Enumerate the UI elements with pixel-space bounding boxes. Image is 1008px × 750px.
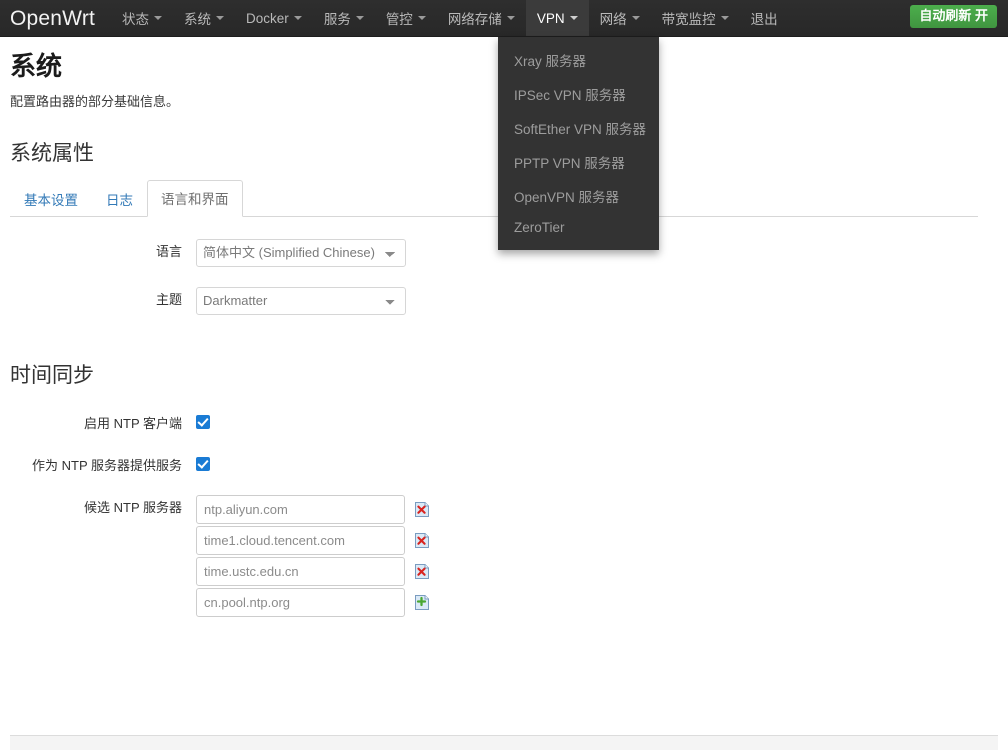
tab-bar: 基本设置 日志 语言和界面 [10, 179, 978, 217]
tab-logs[interactable]: 日志 [92, 181, 147, 217]
chevron-down-icon [216, 16, 225, 20]
dropdown-item-softether-vpn-server[interactable]: SoftEther VPN 服务器 [498, 111, 659, 145]
form-row-provide-ntp-server: 作为 NTP 服务器提供服务 [10, 453, 998, 475]
language-label: 语言 [155, 243, 182, 259]
openwrt-logo: OpenWrt [10, 6, 96, 30]
top-navbar: OpenWrt 状态 系统 Docker 服务 管控 网络存储 VPN 网络 带… [0, 0, 1008, 37]
nav-menu: 状态 系统 Docker 服务 管控 网络存储 VPN 网络 带宽监控 退出 [111, 0, 789, 36]
ntp-server-entry [196, 494, 430, 524]
nav-label: 网络存储 [447, 12, 502, 27]
form-row-enable-ntp-client: 启用 NTP 客户端 [10, 411, 998, 433]
ntp-server-input-1[interactable] [196, 494, 405, 524]
dropdown-item-zerotier[interactable]: ZeroTier [498, 213, 659, 242]
remove-ntp-server-icon[interactable] [414, 501, 430, 518]
add-ntp-server-icon[interactable] [414, 594, 430, 611]
theme-control: Darkmatter [196, 286, 406, 315]
ntp-server-input-3[interactable] [196, 556, 405, 586]
nav-label: 退出 [750, 12, 778, 27]
provide-ntp-server-label: 作为 NTP 服务器提供服务 [32, 457, 182, 473]
section-title-time-sync: 时间同步 [10, 363, 94, 387]
nav-label: 管控 [385, 12, 413, 27]
enable-ntp-client-control [196, 411, 210, 429]
language-select[interactable]: 简体中文 (Simplified Chinese) [196, 238, 406, 267]
nav-item-docker[interactable]: Docker [235, 0, 313, 36]
chevron-down-icon [506, 16, 515, 20]
nav-label: 服务 [323, 12, 351, 27]
nav-item-bandwidth-monitor[interactable]: 带宽监控 [651, 0, 740, 36]
time-sync-form: 启用 NTP 客户端 作为 NTP 服务器提供服务 候选 NTP 服务器 [10, 389, 998, 619]
language-control: 简体中文 (Simplified Chinese) [196, 238, 406, 267]
ntp-server-input-2[interactable] [196, 525, 405, 555]
nav-item-system[interactable]: 系统 [173, 0, 235, 36]
nav-item-control[interactable]: 管控 [375, 0, 437, 36]
nav-item-vpn[interactable]: VPN [525, 0, 589, 36]
candidate-ntp-servers-label: 候选 NTP 服务器 [84, 499, 182, 515]
ntp-server-entry [196, 525, 430, 555]
ntp-server-input-4[interactable] [196, 587, 405, 617]
chevron-down-icon [569, 16, 578, 20]
form-row-theme: 主题 Darkmatter [10, 286, 998, 315]
enable-ntp-client-label: 启用 NTP 客户端 [84, 415, 182, 431]
remove-ntp-server-icon[interactable] [414, 532, 430, 549]
nav-label: 状态 [122, 12, 150, 27]
provide-ntp-server-control [196, 453, 210, 471]
ntp-server-entry [196, 587, 430, 617]
nav-label: 系统 [184, 12, 212, 27]
ntp-server-list [196, 494, 430, 619]
tab-language-and-interface[interactable]: 语言和界面 [147, 179, 243, 217]
candidate-ntp-servers-control [196, 494, 430, 619]
chevron-down-icon [720, 16, 729, 20]
form-actions-footer: 保存&应用 保存 复位 [10, 735, 998, 750]
dropdown-item-ipsec-vpn-server[interactable]: IPSec VPN 服务器 [498, 77, 659, 111]
tab-basic-settings[interactable]: 基本设置 [10, 181, 92, 217]
nav-label: Docker [246, 10, 289, 26]
vpn-dropdown-menu: Xray 服务器 IPSec VPN 服务器 SoftEther VPN 服务器… [498, 37, 659, 250]
provide-ntp-server-checkbox[interactable] [196, 456, 210, 471]
theme-label: 主题 [155, 291, 182, 307]
enable-ntp-client-checkbox[interactable] [196, 414, 210, 429]
dropdown-item-openvpn-server[interactable]: OpenVPN 服务器 [498, 179, 659, 213]
nav-label: 带宽监控 [661, 12, 716, 27]
nav-item-network[interactable]: 网络 [589, 0, 651, 36]
dropdown-item-xray-server[interactable]: Xray 服务器 [498, 43, 659, 77]
nav-item-services[interactable]: 服务 [313, 0, 375, 36]
theme-select[interactable]: Darkmatter [196, 286, 406, 315]
nav-label: VPN [536, 10, 565, 26]
chevron-down-icon [631, 16, 640, 20]
form-row-candidate-ntp-servers: 候选 NTP 服务器 [10, 494, 998, 619]
remove-ntp-server-icon[interactable] [414, 563, 430, 580]
ntp-server-entry [196, 556, 430, 586]
dropdown-item-pptp-vpn-server[interactable]: PPTP VPN 服务器 [498, 145, 659, 179]
chevron-down-icon [154, 16, 163, 20]
auto-refresh-toggle[interactable]: 自动刷新 开 [910, 5, 997, 28]
nav-item-network-storage[interactable]: 网络存储 [437, 0, 526, 36]
chevron-down-icon [355, 16, 364, 20]
nav-label: 网络 [599, 12, 627, 27]
nav-item-status[interactable]: 状态 [111, 0, 173, 36]
nav-item-logout[interactable]: 退出 [740, 0, 789, 36]
chevron-down-icon [293, 16, 302, 20]
chevron-down-icon [417, 16, 426, 20]
